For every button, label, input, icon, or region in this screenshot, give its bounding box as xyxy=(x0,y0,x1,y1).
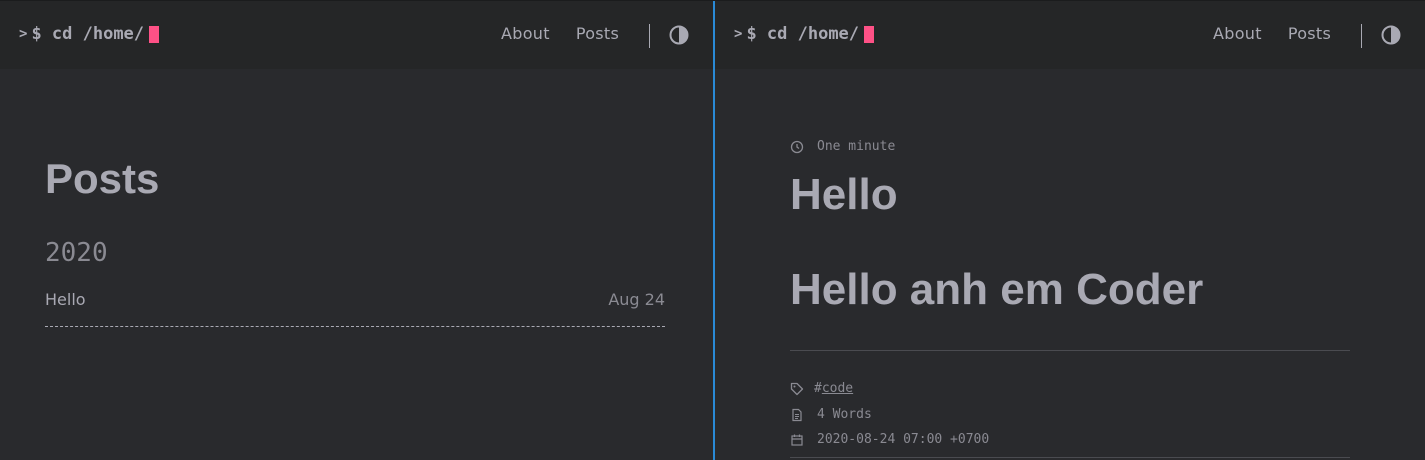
post-heading: Hello anh em Coder xyxy=(790,265,1204,314)
nav-separator xyxy=(649,24,650,48)
tag-icon xyxy=(790,382,804,396)
post-date: Aug 24 xyxy=(608,290,665,309)
site-logo[interactable]: > $ cd /home/ xyxy=(734,24,875,44)
site-logo[interactable]: > $ cd /home/ xyxy=(19,24,160,44)
site-header: > $ cd /home/ About Posts xyxy=(0,0,713,69)
site-header: > $ cd /home/ About Posts xyxy=(715,0,1425,69)
post-footer-divider xyxy=(790,457,1350,458)
logo-cursor xyxy=(149,25,160,43)
contrast-icon[interactable] xyxy=(1381,25,1401,45)
calendar-icon xyxy=(790,433,804,447)
posts-list-pane: > $ cd /home/ About Posts Posts 2020 Hell… xyxy=(0,0,713,460)
post-tags: # code xyxy=(790,381,853,396)
post-divider xyxy=(790,350,1350,351)
page-title: Posts xyxy=(45,155,160,202)
post-title-link[interactable]: Hello xyxy=(45,290,86,309)
clock-icon xyxy=(790,140,804,154)
logo-prompt: > xyxy=(734,26,743,42)
tag-hash: # xyxy=(814,381,822,396)
contrast-icon[interactable] xyxy=(669,25,689,45)
site-nav: About Posts xyxy=(1213,24,1401,48)
window-top-border xyxy=(0,0,1425,1)
logo-prompt: > xyxy=(19,26,28,42)
word-count: 4 Words xyxy=(790,407,872,422)
nav-link-posts[interactable]: Posts xyxy=(1288,24,1331,43)
logo-command: $ cd /home/ xyxy=(31,24,145,44)
nav-link-about[interactable]: About xyxy=(501,24,550,43)
reading-time: One minute xyxy=(790,139,895,154)
nav-link-about[interactable]: About xyxy=(1213,24,1262,43)
post-date-text: 2020-08-24 07:00 +0700 xyxy=(817,432,990,447)
nav-link-posts[interactable]: Posts xyxy=(576,24,619,43)
site-nav: About Posts xyxy=(501,24,689,48)
post-date: 2020-08-24 07:00 +0700 xyxy=(790,432,989,447)
logo-command: $ cd /home/ xyxy=(746,24,860,44)
word-count-text: 4 Words xyxy=(817,407,872,422)
logo-cursor xyxy=(864,25,875,43)
year-heading: 2020 xyxy=(45,238,108,268)
post-title: Hello xyxy=(790,170,898,219)
tag-link-code[interactable]: code xyxy=(822,381,853,396)
post-detail-pane: > $ cd /home/ About Posts One minute Hell… xyxy=(715,0,1425,460)
nav-separator xyxy=(1361,24,1362,48)
document-icon xyxy=(790,408,804,422)
post-list-item[interactable]: Hello Aug 24 xyxy=(45,290,665,327)
reading-time-text: One minute xyxy=(817,139,896,154)
